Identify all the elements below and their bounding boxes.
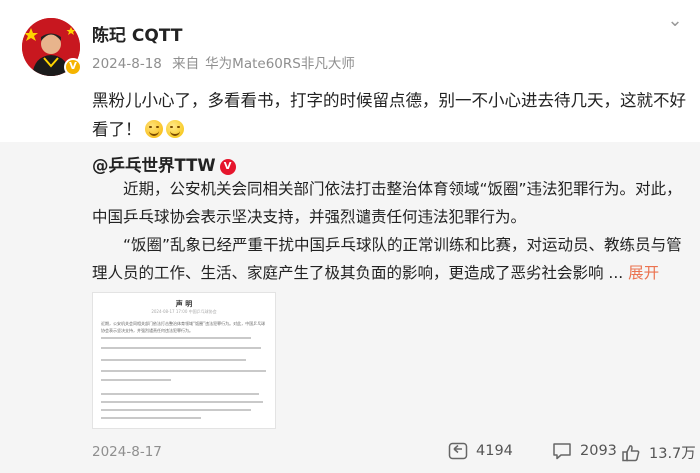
repost-paragraph-2-text: “饭圈”乱象已经严重干扰中国乒乓球队的正常训练和比赛，对运动员、教练员与管理人员… [92, 236, 682, 282]
username[interactable]: 陈玘 CQTT [92, 21, 182, 46]
repost-username[interactable]: @乒乓世界TTW [92, 156, 216, 175]
text-line [101, 409, 251, 411]
repost-paragraph-2: “饭圈”乱象已经严重干扰中国乒乓球队的正常训练和比赛，对运动员、教练员与管理人员… [92, 231, 687, 287]
text-line [101, 347, 261, 349]
statement-text: 近期，公安机关会同相关部门依法打击整治体育领域“饭圈”违法犯罪行为。对此，中国乒… [101, 321, 266, 333]
statement-title: 声 明 [175, 300, 193, 308]
text-line [101, 401, 263, 403]
post-date[interactable]: 2024-8-18 [92, 56, 162, 72]
post-source[interactable]: 华为Mate60RS非凡大师 [205, 56, 355, 72]
text-line [101, 379, 171, 381]
text-line [101, 337, 251, 339]
repost-username-row: @乒乓世界TTW V [92, 152, 236, 176]
text-line [101, 359, 246, 361]
like-count: 13.7万 [649, 446, 696, 462]
verified-icon: V [64, 58, 82, 76]
like-action[interactable]: 13.7万 [621, 442, 696, 463]
repost-paragraph-1: 近期，公安机关会同相关部门依法打击整治体育领域“饭圈”违法犯罪行为。对此，中国乒… [92, 180, 682, 226]
statement-subtitle: 2024-08-17 17:00 中国乒乓球协会 [151, 309, 217, 314]
post-card: V 陈玘 CQTT 2024-8-18 来自 华为Mate60RS非凡大师 ⌄ 黑… [0, 0, 700, 142]
repost-text: 近期，公安机关会同相关部门依法打击整治体育领域“饭圈”违法犯罪行为。对此，中国乒… [92, 175, 687, 287]
repost-count: 4194 [476, 443, 513, 459]
smile-emoji [144, 120, 163, 138]
repost-action[interactable]: 4194 [448, 442, 513, 460]
repost-icon [448, 442, 468, 460]
more-icon[interactable]: ⌄ [662, 12, 688, 34]
blush-emoji [165, 120, 184, 138]
expand-link[interactable]: 展开 [628, 264, 659, 282]
comment-icon [553, 443, 571, 460]
post-text: 黑粉儿小心了，多看看书，打字的时候留点德，别一不小心进去待几天，这就不好看了！ [92, 86, 692, 144]
text-line [101, 393, 259, 395]
repost-date[interactable]: 2024-8-17 [92, 444, 162, 460]
statement-image[interactable]: 声 明 2024-08-17 17:00 中国乒乓球协会 近期，公安机关会同相关… [92, 292, 276, 429]
text-line [101, 370, 266, 372]
like-icon [622, 444, 640, 461]
text-line [101, 417, 201, 419]
verified-icon: V [219, 159, 236, 175]
comment-action[interactable]: 2093 [552, 442, 617, 460]
comment-count: 2093 [580, 443, 617, 459]
source-prefix: 来自 [172, 56, 200, 72]
post-meta: 2024-8-18 来自 华为Mate60RS非凡大师 [92, 52, 361, 72]
